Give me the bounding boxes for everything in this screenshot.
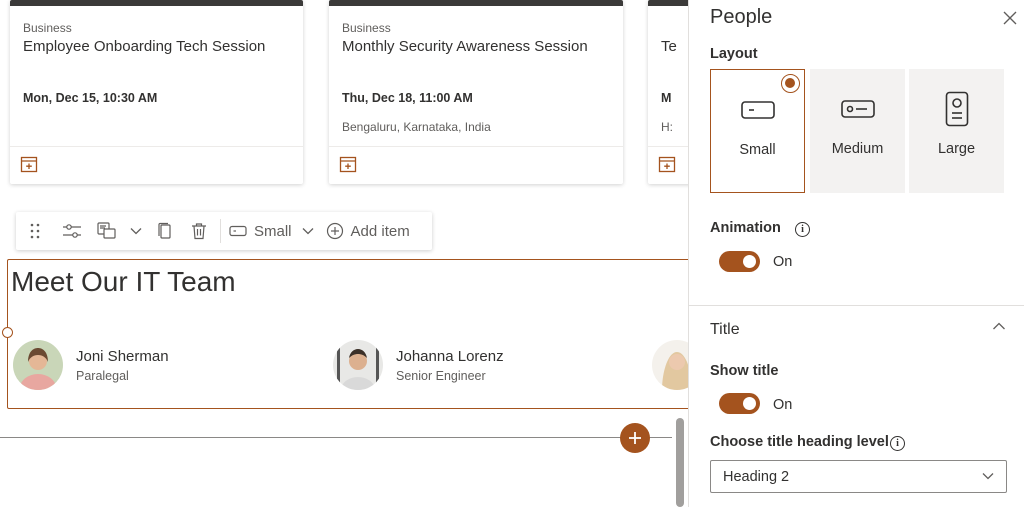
event-card-image <box>10 0 303 6</box>
webpart-toolbar: Small Add item <box>16 212 432 250</box>
layout-size-dropdown[interactable]: Small <box>225 212 318 250</box>
layout-option-small[interactable]: Small <box>710 69 805 193</box>
avatar <box>13 340 63 390</box>
event-card-image <box>648 0 688 6</box>
small-card-icon <box>740 101 775 119</box>
event-location: Bengaluru, Karnataka, India <box>342 120 491 134</box>
large-card-icon <box>945 91 968 127</box>
event-category: Business <box>23 21 72 35</box>
add-to-calendar-icon[interactable] <box>339 155 357 173</box>
avatar <box>652 340 688 390</box>
animation-toggle-state: On <box>773 254 793 270</box>
layout-option-label: Large <box>937 141 976 157</box>
add-item-label: Add item <box>350 222 410 240</box>
title-section-header[interactable]: Title <box>710 321 740 339</box>
plus-icon <box>629 432 641 444</box>
event-card[interactable]: Te M H: <box>648 0 688 184</box>
section-resize-handle[interactable] <box>2 327 13 338</box>
person-card[interactable] <box>652 340 688 390</box>
animation-toggle[interactable] <box>719 251 760 272</box>
event-title[interactable]: Monthly Security Awareness Session <box>342 38 588 55</box>
medium-card-icon <box>840 100 875 118</box>
layout-option-label: Small <box>739 142 776 158</box>
event-card[interactable]: Business Employee Onboarding Tech Sessio… <box>10 0 303 184</box>
person-role: Paralegal <box>76 369 129 383</box>
event-title[interactable]: Te <box>661 38 677 55</box>
animation-label: Animation <box>710 220 781 236</box>
add-section-button[interactable] <box>620 423 650 453</box>
layout-option-large[interactable]: Large <box>909 69 1004 193</box>
person-name: Johanna Lorenz <box>396 348 504 365</box>
scrollbar[interactable] <box>676 418 684 507</box>
small-card-icon <box>229 225 247 237</box>
person-role: Senior Engineer <box>396 369 486 383</box>
show-title-label: Show title <box>710 363 779 379</box>
layout-size-value: Small <box>254 222 292 240</box>
card-divider <box>10 146 303 147</box>
chevron-up-icon[interactable] <box>992 321 1006 331</box>
section-divider-line <box>0 437 672 438</box>
section-title[interactable]: Meet Our IT Team <box>11 266 236 298</box>
chevron-down-icon <box>302 228 313 235</box>
property-pane: People Layout Small Medium Large Animati… <box>688 0 1024 507</box>
event-title[interactable]: Employee Onboarding Tech Session <box>23 38 265 55</box>
heading-level-label: Choose title heading level <box>710 434 889 450</box>
add-to-calendar-icon[interactable] <box>658 155 676 173</box>
card-divider <box>329 146 623 147</box>
selected-radio-icon <box>781 74 800 93</box>
move-webpart-icon[interactable] <box>90 212 124 250</box>
layout-label: Layout <box>710 46 758 62</box>
add-item-button[interactable]: Add item <box>318 212 416 250</box>
layout-option-label: Medium <box>831 141 884 157</box>
avatar <box>333 340 383 390</box>
event-category: Business <box>342 21 391 35</box>
info-icon[interactable]: i <box>795 222 810 237</box>
toolbar-divider <box>220 219 221 243</box>
panel-title: People <box>710 6 773 28</box>
event-location: H: <box>661 120 673 134</box>
edit-properties-icon[interactable] <box>54 212 90 250</box>
duplicate-icon[interactable] <box>148 212 182 250</box>
layout-option-medium[interactable]: Medium <box>810 69 905 193</box>
panel-divider <box>689 305 1024 306</box>
delete-icon[interactable] <box>182 212 216 250</box>
heading-level-value: Heading 2 <box>723 469 790 485</box>
event-card-image <box>329 0 623 6</box>
add-circle-icon <box>326 222 343 240</box>
person-name: Joni Sherman <box>76 348 169 365</box>
show-title-toggle[interactable] <box>719 393 760 414</box>
heading-level-dropdown[interactable]: Heading 2 <box>710 460 1007 493</box>
event-date: M <box>661 91 672 105</box>
show-title-toggle-state: On <box>773 397 793 413</box>
close-icon[interactable] <box>1001 9 1019 27</box>
event-date: Mon, Dec 15, 10:30 AM <box>23 91 158 105</box>
chevron-down-icon <box>982 473 994 480</box>
drag-handle-icon[interactable] <box>16 212 54 250</box>
add-to-calendar-icon[interactable] <box>20 155 38 173</box>
info-icon[interactable]: i <box>890 436 905 451</box>
event-card[interactable]: Business Monthly Security Awareness Sess… <box>329 0 623 184</box>
card-divider <box>648 146 688 147</box>
page-canvas: Business Employee Onboarding Tech Sessio… <box>0 0 688 507</box>
event-date: Thu, Dec 18, 11:00 AM <box>342 91 473 105</box>
chevron-down-icon[interactable] <box>124 212 148 250</box>
